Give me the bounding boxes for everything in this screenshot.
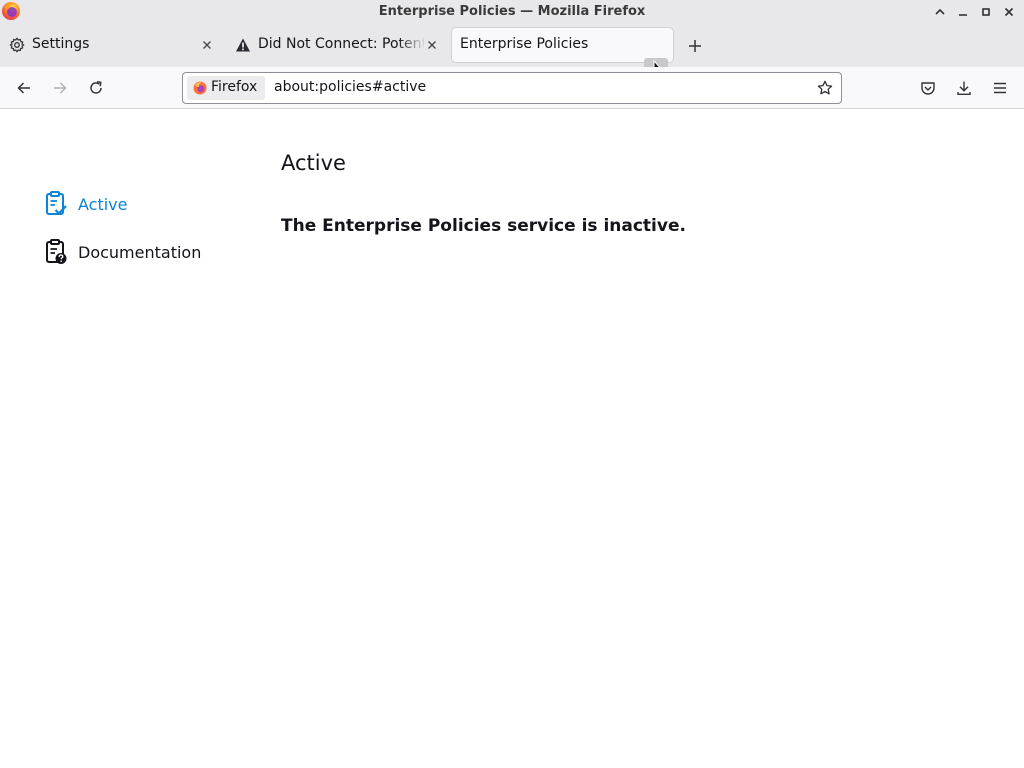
identity-box[interactable]: Firefox <box>187 76 265 100</box>
forward-button[interactable] <box>48 76 72 100</box>
firefox-logo-icon <box>1 1 21 21</box>
window-minimize-button[interactable] <box>951 0 974 23</box>
window-maximize-button[interactable] <box>974 0 997 23</box>
tab-label: Enterprise Policies <box>460 36 589 52</box>
tab-settings[interactable]: Settings <box>0 28 220 62</box>
back-button[interactable] <box>12 76 36 100</box>
firefox-logo-icon <box>193 81 207 95</box>
tab-enterprise-policies[interactable]: Enterprise Policies <box>452 28 673 62</box>
sidebar-item-label: Documentation <box>78 242 202 262</box>
navigation-toolbar: Firefox about:policies#active <box>0 67 1024 109</box>
inactive-message: The Enterprise Policies service is inact… <box>281 216 686 236</box>
window-collapse-button[interactable] <box>928 0 951 23</box>
page-title: Active <box>281 151 346 175</box>
reload-button[interactable] <box>84 76 108 100</box>
tab-close-button[interactable] <box>421 34 443 56</box>
url-input[interactable]: about:policies#active <box>274 79 426 95</box>
tab-label: Settings <box>32 36 90 52</box>
sidebar-item-documentation[interactable]: Documentation <box>44 236 201 268</box>
url-bar[interactable]: Firefox about:policies#active <box>182 72 842 104</box>
downloads-button[interactable] <box>952 76 976 100</box>
gear-icon <box>9 37 25 53</box>
menu-hamburger-button[interactable] <box>988 76 1012 100</box>
page-content: Active Documentation Active The Enterpri… <box>0 110 1024 768</box>
window-close-button[interactable] <box>997 0 1020 23</box>
sidebar-item-label: Active <box>78 194 128 214</box>
identity-label: Firefox <box>211 79 258 95</box>
new-tab-button[interactable] <box>683 34 707 58</box>
bookmark-star-icon[interactable] <box>814 77 836 99</box>
tab-did-not-connect[interactable]: Did Not Connect: Potenti <box>226 28 446 62</box>
tab-close-button[interactable] <box>196 34 218 56</box>
sidebar-item-active[interactable]: Active <box>44 188 128 220</box>
clipboard-check-icon <box>44 191 68 217</box>
window-titlebar: Enterprise Policies — Mozilla Firefox <box>0 0 1024 23</box>
pocket-button[interactable] <box>916 76 940 100</box>
window-title: Enterprise Policies — Mozilla Firefox <box>378 4 646 19</box>
warning-icon <box>235 37 251 53</box>
clipboard-help-icon <box>44 239 68 265</box>
tab-strip: Settings Did Not Connect: Potenti Enterp… <box>0 23 1024 82</box>
